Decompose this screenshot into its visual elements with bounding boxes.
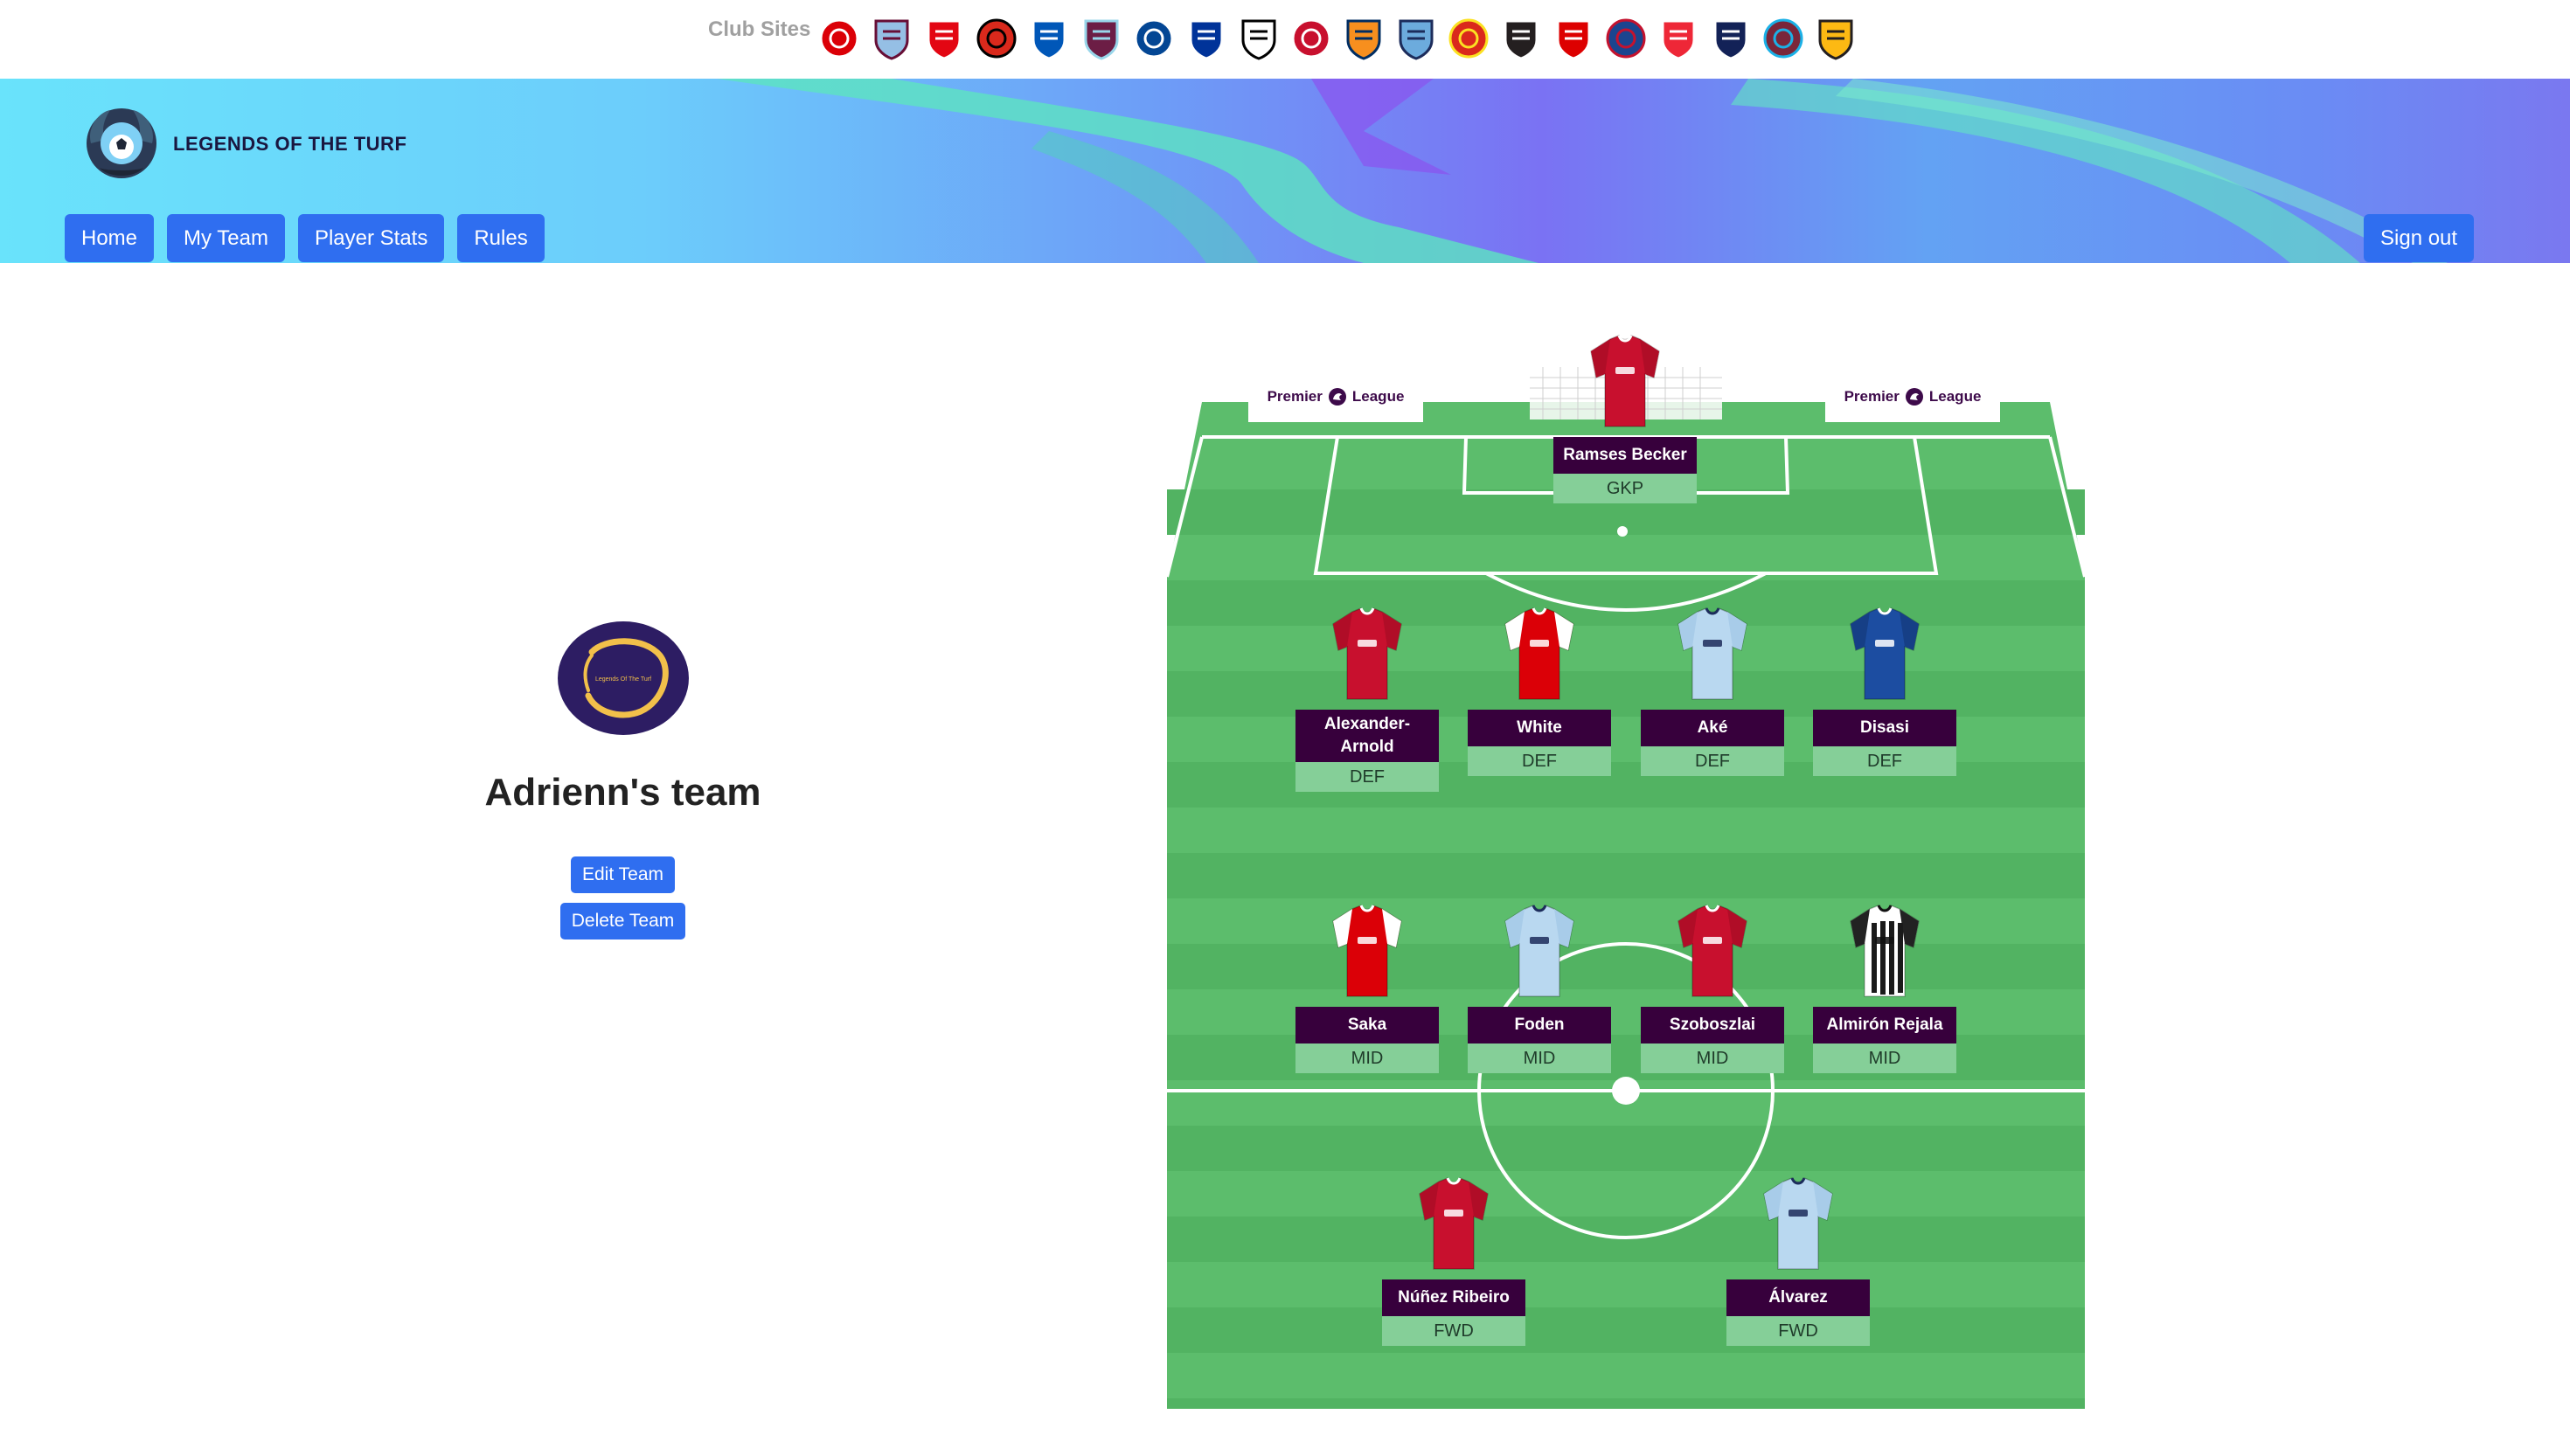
team-shirt-icon bbox=[1850, 905, 1920, 997]
player-card[interactable]: Disasi DEF bbox=[1813, 605, 1956, 776]
board-left-text-a: Premier bbox=[1267, 388, 1323, 405]
board-left-text-b: League bbox=[1351, 388, 1405, 405]
west-ham-crest-icon[interactable] bbox=[1762, 16, 1804, 61]
premier-league-board-right: Premier League bbox=[1825, 371, 2000, 422]
player-name: Aké bbox=[1641, 710, 1784, 746]
team-shirt-icon bbox=[1504, 905, 1574, 997]
player-position: DEF bbox=[1295, 762, 1439, 792]
brentford-crest-icon[interactable] bbox=[923, 16, 965, 61]
player-card[interactable]: Foden MID bbox=[1468, 902, 1611, 1073]
club-crest-list bbox=[818, 16, 1857, 61]
player-position: DEF bbox=[1641, 746, 1784, 776]
nav-player-stats-button[interactable]: Player Stats bbox=[297, 214, 445, 262]
club-sites-bar: Club Sites bbox=[0, 0, 2570, 79]
pitch: Premier League Premier League Ramses Bec… bbox=[1167, 332, 2085, 1409]
team-shirt-icon bbox=[1850, 607, 1920, 700]
fulham-crest-icon[interactable] bbox=[1238, 16, 1280, 61]
liverpool-crest-icon[interactable] bbox=[1290, 16, 1332, 61]
team-shirt-icon bbox=[1590, 335, 1660, 427]
player-position: FWD bbox=[1726, 1316, 1870, 1346]
man-united-crest-icon[interactable] bbox=[1448, 16, 1490, 61]
nav-my-team-button[interactable]: My Team bbox=[167, 214, 285, 262]
sheffield-united-crest-icon[interactable] bbox=[1657, 16, 1699, 61]
player-position: MID bbox=[1813, 1043, 1956, 1073]
man-city-crest-icon[interactable] bbox=[1395, 16, 1437, 61]
team-shirt-icon bbox=[1332, 607, 1402, 700]
team-shirt-icon bbox=[1419, 1177, 1489, 1270]
brand-logo-icon bbox=[87, 108, 156, 178]
player-name: Núñez Ribeiro bbox=[1382, 1279, 1525, 1316]
nav-home-button[interactable]: Home bbox=[65, 214, 155, 262]
crystal-palace-crest-icon[interactable] bbox=[1605, 16, 1647, 61]
delete-team-button[interactable]: Delete Team bbox=[559, 903, 686, 939]
player-name: Álvarez bbox=[1726, 1279, 1870, 1316]
player-name: Alexander-Arnold bbox=[1295, 710, 1439, 762]
board-right-text-b: League bbox=[1928, 388, 1982, 405]
wolves-crest-icon[interactable] bbox=[1815, 16, 1857, 61]
player-card[interactable]: Núñez Ribeiro FWD bbox=[1382, 1175, 1525, 1346]
premier-league-board-left: Premier League bbox=[1248, 371, 1423, 422]
player-name: Ramses Becker bbox=[1553, 437, 1697, 474]
nav-rules-button[interactable]: Rules bbox=[457, 214, 545, 262]
everton-crest-icon[interactable] bbox=[1185, 16, 1227, 61]
team-shirt-icon bbox=[1332, 905, 1402, 997]
board-right-text-a: Premier bbox=[1844, 388, 1900, 405]
player-position: FWD bbox=[1382, 1316, 1525, 1346]
club-sites-title: Club Sites bbox=[708, 17, 811, 41]
team-shirt-icon bbox=[1763, 1177, 1833, 1270]
player-name: Saka bbox=[1295, 1007, 1439, 1043]
header-banner: LEGENDS OF THE TURF Home My Team Player … bbox=[0, 79, 2570, 263]
nottingham-forest-crest-icon[interactable] bbox=[1552, 16, 1594, 61]
team-shirt-icon bbox=[1677, 905, 1747, 997]
main-nav: Home My Team Player Stats Rules bbox=[65, 214, 545, 262]
player-position: MID bbox=[1468, 1043, 1611, 1073]
player-position: GKP bbox=[1553, 474, 1697, 503]
player-card[interactable]: Saka MID bbox=[1295, 902, 1439, 1073]
newcastle-crest-icon[interactable] bbox=[1500, 16, 1542, 61]
edit-team-button[interactable]: Edit Team bbox=[571, 856, 675, 893]
sign-out-button[interactable]: Sign out bbox=[2364, 214, 2475, 262]
player-card[interactable]: Szoboszlai MID bbox=[1641, 902, 1784, 1073]
player-name: Disasi bbox=[1813, 710, 1956, 746]
brand[interactable]: LEGENDS OF THE TURF bbox=[82, 105, 406, 184]
player-card[interactable]: Almirón Rejala MID bbox=[1813, 902, 1956, 1073]
player-name: Almirón Rejala bbox=[1813, 1007, 1956, 1043]
player-name: Szoboszlai bbox=[1641, 1007, 1784, 1043]
player-name: Foden bbox=[1468, 1007, 1611, 1043]
player-position: MID bbox=[1641, 1043, 1784, 1073]
aston-villa-crest-icon[interactable] bbox=[871, 16, 913, 61]
tottenham-crest-icon[interactable] bbox=[1710, 16, 1752, 61]
svg-text:Legends Of The Turf: Legends Of The Turf bbox=[594, 676, 650, 683]
premier-league-lion-icon bbox=[1905, 388, 1923, 406]
player-position: DEF bbox=[1813, 746, 1956, 776]
luton-crest-icon[interactable] bbox=[1343, 16, 1385, 61]
player-card[interactable]: Álvarez FWD bbox=[1726, 1175, 1870, 1346]
burnley-crest-icon[interactable] bbox=[1080, 16, 1122, 61]
player-position: DEF bbox=[1468, 746, 1611, 776]
player-card[interactable]: Alexander-Arnold DEF bbox=[1295, 605, 1439, 792]
team-shirt-icon bbox=[1677, 607, 1747, 700]
chelsea-crest-icon[interactable] bbox=[1133, 16, 1175, 61]
player-card[interactable]: Aké DEF bbox=[1641, 605, 1784, 776]
player-name: White bbox=[1468, 710, 1611, 746]
team-panel: Legends Of The Turf Adrienn's team Edit … bbox=[402, 621, 844, 939]
team-badge-icon: Legends Of The Turf bbox=[557, 621, 689, 735]
player-card[interactable]: Ramses Becker GKP bbox=[1553, 332, 1697, 503]
team-title: Adrienn's team bbox=[484, 771, 761, 814]
arsenal-crest-icon[interactable] bbox=[818, 16, 860, 61]
premier-league-lion-icon bbox=[1328, 388, 1346, 406]
bournemouth-crest-icon[interactable] bbox=[976, 16, 1018, 61]
player-position: MID bbox=[1295, 1043, 1439, 1073]
brand-name: LEGENDS OF THE TURF bbox=[173, 133, 407, 155]
brighton-crest-icon[interactable] bbox=[1028, 16, 1070, 61]
team-shirt-icon bbox=[1504, 607, 1574, 700]
player-card[interactable]: White DEF bbox=[1468, 605, 1611, 776]
